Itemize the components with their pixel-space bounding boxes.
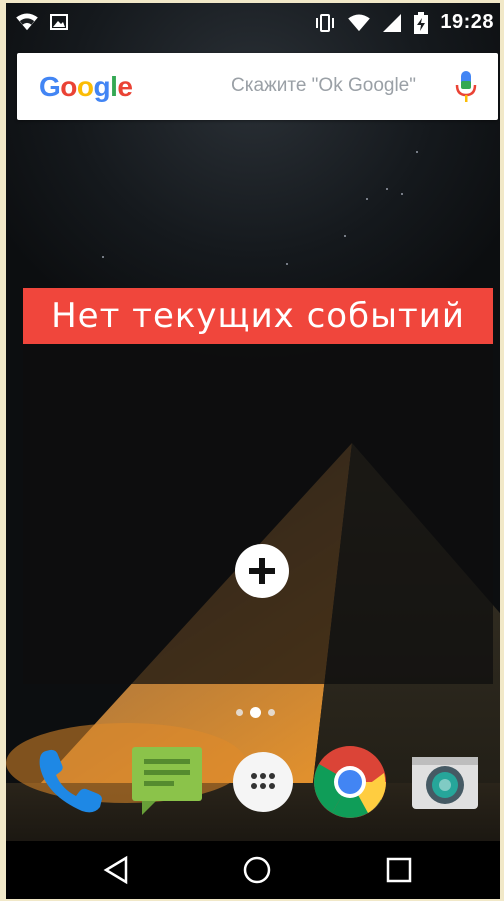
status-bar: 19:28 [6, 3, 500, 47]
wifi-icon [16, 13, 38, 31]
camera-icon [412, 757, 478, 809]
messages-icon [132, 747, 202, 815]
phone-icon [39, 749, 102, 813]
home-screen: 19:28 Google Скажите "Ok Google" Нет тек… [6, 3, 500, 899]
messages-app[interactable] [128, 743, 206, 821]
google-search-bar[interactable]: Google Скажите "Ok Google" [17, 53, 498, 120]
image-notification-icon [50, 14, 68, 30]
phone-app[interactable] [32, 743, 110, 821]
add-event-button[interactable] [235, 544, 289, 598]
page-dot [236, 709, 243, 716]
page-indicator [236, 707, 275, 718]
page-dot-active [250, 707, 261, 718]
vibrate-icon [316, 13, 335, 32]
widget-body [23, 344, 493, 684]
clock-time: 19:28 [440, 11, 494, 33]
widget-title: Нет текущих событий [23, 288, 493, 344]
navigation-bar [6, 841, 500, 899]
wifi-signal-icon [348, 13, 371, 31]
app-drawer[interactable] [224, 743, 302, 821]
camera-app[interactable] [406, 743, 484, 821]
google-logo: Google [39, 71, 133, 102]
app-drawer-icon [233, 752, 293, 812]
home-icon[interactable] [242, 855, 272, 885]
chrome-icon [314, 746, 386, 818]
cell-signal-icon [383, 13, 402, 32]
page-dot [268, 709, 275, 716]
chrome-app[interactable] [311, 743, 389, 821]
search-hint: Скажите "Ok Google" [231, 75, 416, 96]
recents-icon[interactable] [384, 855, 414, 885]
battery-charging-icon [414, 11, 429, 34]
back-icon[interactable] [102, 855, 132, 885]
plus-icon [249, 558, 275, 584]
mic-icon[interactable] [455, 71, 477, 103]
events-widget: Нет текущих событий [23, 288, 493, 684]
